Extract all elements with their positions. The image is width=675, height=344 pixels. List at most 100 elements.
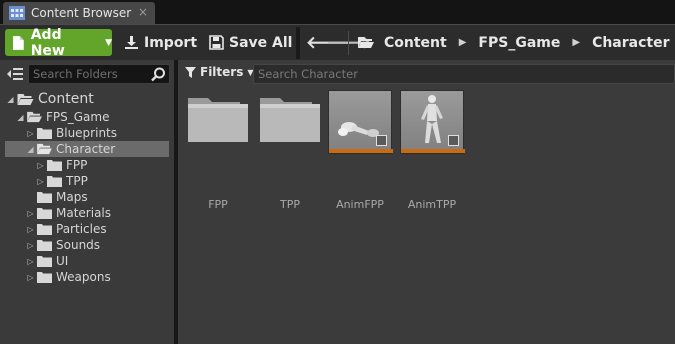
animation-type-icon xyxy=(376,135,387,146)
content-browser-icon xyxy=(9,6,25,20)
folder-search-row xyxy=(0,60,174,88)
folder-icon xyxy=(260,98,320,142)
asset-search-box xyxy=(253,64,675,84)
tree-item-tpp[interactable]: ▷ TPP xyxy=(36,173,88,189)
import-button[interactable]: Import xyxy=(124,29,197,56)
asset-tile-animfpp[interactable]: AnimFPP xyxy=(328,90,393,211)
expanded-arrow-icon[interactable]: ◢ xyxy=(16,113,25,122)
asset-name: AnimTPP xyxy=(407,198,457,211)
folder-icon xyxy=(47,176,62,187)
animation-type-icon xyxy=(448,135,459,146)
open-folder-icon xyxy=(17,93,34,105)
folder-icon xyxy=(37,208,52,219)
toolbar: Add New ▼ Import Save All 🡐 🡒 Content ▶ … xyxy=(0,24,675,60)
tree-item-materials[interactable]: ▷ Materials xyxy=(26,205,111,221)
nav-divider xyxy=(348,31,349,55)
asset-search-input[interactable] xyxy=(258,66,658,82)
folder-icon xyxy=(37,272,52,283)
collapsed-arrow-icon[interactable]: ▷ xyxy=(26,225,35,234)
tree-item-label: Character xyxy=(56,142,116,156)
expanded-arrow-icon[interactable]: ◢ xyxy=(26,145,35,154)
breadcrumb-character[interactable]: Character xyxy=(592,35,669,51)
open-folder-icon xyxy=(358,37,374,48)
tree-item-fpp[interactable]: ▷ FPP xyxy=(36,157,87,173)
collapsed-arrow-icon[interactable]: ▷ xyxy=(26,241,35,250)
breadcrumb-fps-game[interactable]: FPS_Game xyxy=(478,35,560,51)
search-icon xyxy=(151,67,165,82)
folder-icon xyxy=(37,256,52,267)
folder-icon xyxy=(37,192,52,203)
save-icon xyxy=(209,35,224,50)
tree-item-label: TPP xyxy=(66,174,88,188)
collapsed-arrow-icon[interactable]: ▷ xyxy=(26,209,35,218)
filter-icon xyxy=(185,66,196,78)
tab-strip: Content Browser × xyxy=(0,0,675,24)
filters-label: Filters xyxy=(200,65,244,79)
folder-icon xyxy=(37,128,52,139)
collapse-sources-icon[interactable] xyxy=(7,67,23,81)
breadcrumb-arrow-icon[interactable]: ▶ xyxy=(459,37,467,48)
collapsed-arrow-icon[interactable]: ▷ xyxy=(36,177,45,186)
folder-icon xyxy=(37,240,52,251)
asset-name: FPP xyxy=(208,198,228,211)
add-new-label: Add New xyxy=(30,26,65,59)
tree-item-particles[interactable]: ▷ Particles xyxy=(26,221,107,237)
open-folder-icon xyxy=(27,111,42,123)
tree-item-label: Particles xyxy=(56,222,107,236)
animation-thumbnail xyxy=(400,90,465,154)
tree-item-character[interactable]: ◢ Character xyxy=(5,141,169,157)
toolbar-separator xyxy=(296,27,300,59)
add-new-button[interactable]: Add New ▼ xyxy=(5,26,112,59)
save-all-button[interactable]: Save All xyxy=(209,29,292,56)
folder-search-box xyxy=(28,64,170,84)
asset-name: TPP xyxy=(280,198,300,211)
collapsed-arrow-icon[interactable]: ▷ xyxy=(26,129,35,138)
tree-item-sounds[interactable]: ▷ Sounds xyxy=(26,237,100,253)
collapsed-arrow-icon[interactable]: ▷ xyxy=(26,257,35,266)
tree-item-maps[interactable]: Maps xyxy=(26,189,88,205)
folder-icon xyxy=(47,160,62,171)
breadcrumb-content[interactable]: Content xyxy=(384,35,447,51)
tree-item-label: UI xyxy=(56,254,69,268)
filters-bar: Filters ▼ xyxy=(178,60,675,88)
breadcrumb-arrow-icon[interactable]: ▶ xyxy=(572,37,580,48)
tree-item-label: Materials xyxy=(56,206,112,220)
tree-item-content[interactable]: ◢ Content xyxy=(6,91,94,107)
folder-icon xyxy=(188,98,248,142)
tree-item-label: FPP xyxy=(66,158,88,172)
tab-close-button[interactable]: × xyxy=(138,5,148,19)
tree-item-fps-game[interactable]: ◢ FPS_Game xyxy=(16,109,109,125)
tree-item-label: Sounds xyxy=(56,238,101,252)
animation-type-bar xyxy=(401,149,465,153)
tree-item-label: Blueprints xyxy=(56,126,118,140)
collapsed-arrow-icon[interactable]: ▷ xyxy=(26,273,35,282)
folder-panel: ◢ Content ◢ FPS_Game ▷ Blueprints ◢ Char… xyxy=(0,60,174,344)
folder-search-input[interactable] xyxy=(33,66,147,82)
tree-item-label: Content xyxy=(38,91,94,107)
collapsed-arrow-icon[interactable]: ▷ xyxy=(36,161,45,170)
folder-icon xyxy=(37,224,52,235)
new-document-icon xyxy=(12,35,24,50)
breadcrumb: Content ▶ FPS_Game ▶ Character ▶ xyxy=(358,29,675,56)
chevron-down-icon: ▼ xyxy=(105,37,112,48)
tree-item-ui[interactable]: ▷ UI xyxy=(26,253,68,269)
import-icon xyxy=(125,36,138,49)
asset-tile-animtpp[interactable]: AnimTPP xyxy=(400,90,465,211)
tree-item-blueprints[interactable]: ▷ Blueprints xyxy=(26,125,117,141)
asset-panel: Filters ▼ FPP TPP xyxy=(178,60,675,344)
tree-item-label: FPS_Game xyxy=(46,110,110,124)
save-all-label: Save All xyxy=(229,34,293,51)
asset-name: AnimFPP xyxy=(336,198,384,211)
animation-thumbnail xyxy=(328,90,393,154)
open-folder-icon xyxy=(37,143,52,155)
filters-button[interactable]: Filters ▼ xyxy=(185,65,254,79)
tree-item-label: Maps xyxy=(56,190,88,204)
import-label: Import xyxy=(144,34,198,51)
tree-item-label: Weapons xyxy=(56,270,111,284)
expanded-arrow-icon[interactable]: ◢ xyxy=(6,95,15,104)
asset-tile-tpp[interactable]: TPP xyxy=(258,90,322,211)
tab-content-browser[interactable]: Content Browser × xyxy=(3,2,155,24)
tab-title: Content Browser xyxy=(31,6,132,20)
tree-item-weapons[interactable]: ▷ Weapons xyxy=(26,269,111,285)
asset-tile-fpp[interactable]: FPP xyxy=(186,90,250,211)
